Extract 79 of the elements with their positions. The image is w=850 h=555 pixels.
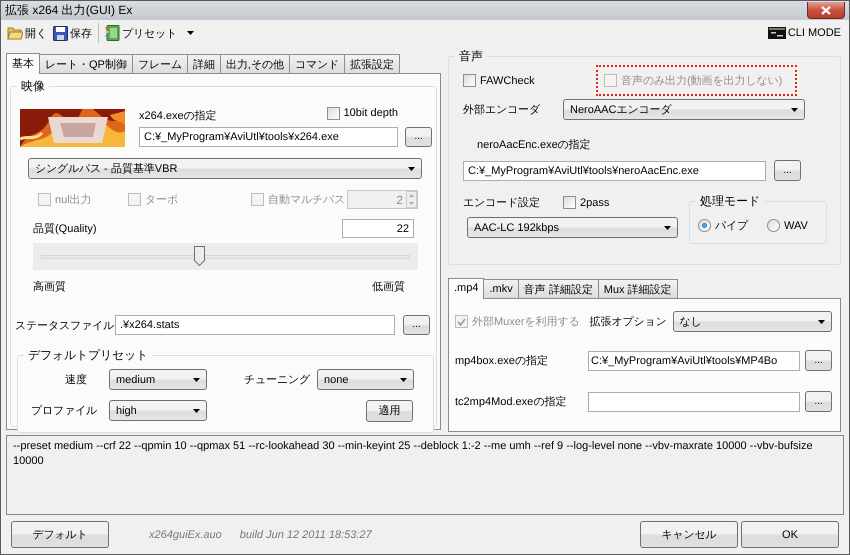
encoder-dropdown[interactable]: NeroAACエンコーダ [563,99,805,120]
preset-dropdown[interactable]: AAC-LC 192kbps [467,217,678,238]
label: 低画質 [372,280,405,294]
cancel-button[interactable]: キャンセル [640,521,738,548]
command-field[interactable]: --preset medium --crf 22 --qpmin 10 --qpmax 51 --rc-lookahead 30 --min-keyint 25 --deblock 1:-2 --me umh --ref 9 --log-level none --vbv-maxrate 10000 --vbv-bufsize 10000 [6,435,844,515]
browse-button[interactable]: ... [805,350,832,371]
browse-button[interactable]: ... [774,160,801,181]
path-field[interactable]: C:¥_MyProgram¥AviUtl¥tools¥x264.exe [139,127,398,147]
close-icon [821,6,831,14]
caret-icon [193,408,200,412]
folder-icon [7,26,23,40]
browse-button[interactable]: ... [403,315,430,335]
spin-arrows-icon [406,191,417,208]
checkbox[interactable]: 2pass [563,196,610,209]
slider-track[interactable] [33,243,418,270]
path-field[interactable]: C:¥_MyProgram¥AviUtl¥tools¥neroAacEnc.exe [463,160,766,180]
terminal-icon [768,27,786,39]
caret-icon [193,378,200,382]
save-button[interactable]: 保存 [50,22,95,44]
path-field[interactable] [588,392,800,412]
tab[interactable]: 出力,その他 [220,54,290,73]
slider-thumb[interactable] [194,246,205,266]
profile-dropdown[interactable]: high [109,400,207,421]
caret-icon [408,166,415,170]
open-button[interactable]: 開く [4,22,50,44]
label: 拡張オプション [590,314,667,329]
quality-field[interactable]: 22 [342,219,414,238]
checkbox[interactable]: FAWCheck [463,74,596,87]
tab[interactable]: 拡張設定 [344,54,400,73]
tab[interactable]: コマンド [288,54,345,73]
tab[interactable]: 基本 [6,53,40,74]
label: 品質(Quality) [33,222,98,236]
radio-button[interactable]: WAV [767,219,836,232]
radio-button[interactable]: パイプ [698,218,767,233]
preset-menu-button[interactable]: プリセット [102,22,197,44]
tab[interactable]: .mkv [483,279,519,298]
browse-button[interactable]: ... [405,127,432,147]
cli-mode-button[interactable]: CLI MODE [764,22,844,44]
label: 速度 [65,372,87,387]
label: tc2mp4Mod.exeの指定 [455,394,568,409]
label: mp4box.exeの指定 [455,354,549,368]
module-name: x264guiEx.auo [149,528,222,540]
checkbox[interactable]: 10bit depth [326,106,398,120]
caret-icon [664,226,671,230]
tab[interactable]: レート・QP制御 [39,54,133,73]
tab[interactable]: 音声 詳細設定 [518,279,599,298]
option-dropdown[interactable]: なし [672,311,832,332]
browse-button[interactable]: ... [805,391,832,412]
tab[interactable]: .mp4 [448,278,484,299]
group-title: 音声 [457,49,485,63]
tab[interactable]: フレーム [132,54,188,73]
mode-dropdown[interactable]: シングルパス - 品質基準VBR [28,158,422,179]
window-title: 拡張 x264 出力(GUI) Ex [5,2,134,19]
label: 外部エンコーダ [463,102,542,117]
label: エンコード設定 [463,196,541,210]
tab[interactable]: 詳細 [186,54,221,73]
ok-button[interactable]: OK [741,521,839,548]
default-button[interactable]: デフォルト [11,521,109,548]
tuning-dropdown[interactable]: none [317,369,414,390]
label: x264.exeの指定 [139,108,217,122]
path-field[interactable]: C:¥_MyProgram¥AviUtl¥tools¥MP4Bo [588,350,800,370]
tab[interactable]: Mux 詳細設定 [598,279,678,298]
label: プロファイル [31,404,97,418]
label: 高画質 [33,280,66,294]
apply-button[interactable]: 適用 [366,400,413,422]
caret-icon [818,320,825,324]
label: チューニング [244,373,312,387]
label: ステータスファイル [15,318,115,332]
path-field[interactable]: .¥x264.stats [115,315,395,335]
label: neroAacEnc.exeの指定 [477,138,592,152]
group-title: 映像 [19,79,47,93]
speed-dropdown[interactable]: medium [109,369,207,390]
build-info: build Jun 12 2011 18:53:27 [240,528,372,540]
caret-icon [400,378,407,382]
check-icon [457,318,466,326]
caret-icon [187,31,194,35]
caret-icon [791,108,798,112]
book-icon [105,25,120,41]
close-button[interactable] [807,2,845,19]
